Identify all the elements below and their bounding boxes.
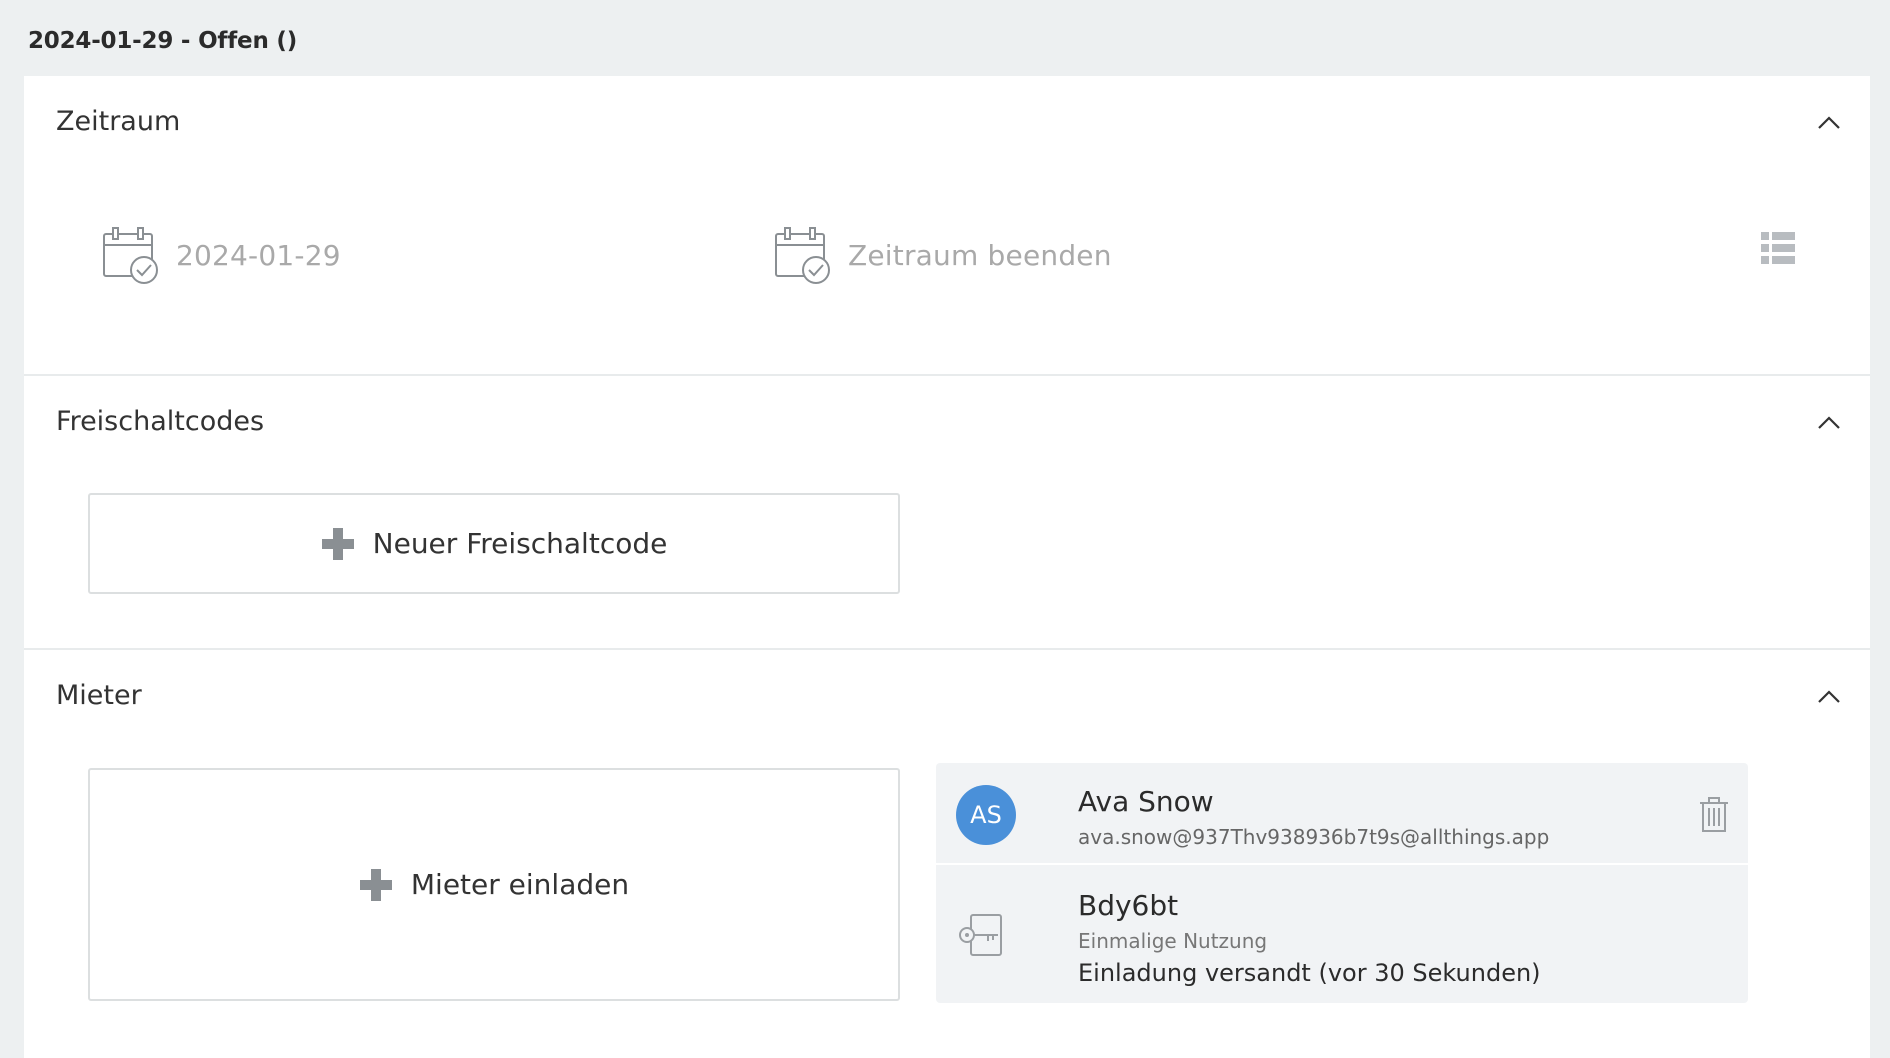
invite-tenant-button[interactable]: Mieter einladen	[88, 768, 900, 1001]
plus-icon	[321, 527, 354, 560]
calendar-check-icon	[103, 227, 158, 284]
period-start[interactable]: 2024-01-29	[102, 226, 341, 284]
card-divider	[936, 863, 1748, 865]
page-title: 2024-01-29 - Offen ()	[28, 28, 298, 54]
code-name: Bdy6bt	[1078, 889, 1179, 922]
chevron-up-icon[interactable]	[1814, 408, 1844, 438]
section-title-tenants: Mieter	[56, 680, 142, 711]
avatar: AS	[956, 785, 1016, 845]
section-codes: Freischaltcodes Neuer Freischaltcode	[24, 376, 1870, 650]
chevron-up-icon[interactable]	[1814, 108, 1844, 138]
period-end[interactable]: Zeitraum beenden	[774, 226, 1112, 284]
calendar-check-icon	[775, 227, 830, 284]
code-usage: Einmalige Nutzung	[1078, 929, 1268, 953]
period-panel: Zeitraum 2024-01-29 Zeitraum beenden Fre…	[24, 76, 1870, 1058]
plus-icon	[359, 868, 392, 901]
section-title-codes: Freischaltcodes	[56, 406, 265, 437]
code-status: Einladung versandt (vor 30 Sekunden)	[1078, 959, 1541, 987]
period-start-date: 2024-01-29	[176, 238, 341, 272]
new-code-button[interactable]: Neuer Freischaltcode	[88, 493, 900, 594]
chevron-up-icon[interactable]	[1814, 682, 1844, 712]
period-end-label: Zeitraum beenden	[848, 238, 1112, 272]
key-icon	[959, 914, 1002, 956]
invite-tenant-label: Mieter einladen	[410, 868, 630, 901]
tenant-name: Ava Snow	[1078, 785, 1214, 818]
tenant-email: ava.snow@937Thv938936b7t9s@allthings.app	[1078, 825, 1550, 849]
section-title-period: Zeitraum	[56, 106, 181, 137]
new-code-label: Neuer Freischaltcode	[372, 527, 668, 560]
section-period: Zeitraum 2024-01-29 Zeitraum beenden	[24, 76, 1870, 376]
trash-icon[interactable]	[1698, 797, 1730, 833]
list-view-icon[interactable]	[1760, 230, 1796, 266]
tenant-card: AS Ava Snow ava.snow@937Thv938936b7t9s@a…	[936, 763, 1748, 1003]
